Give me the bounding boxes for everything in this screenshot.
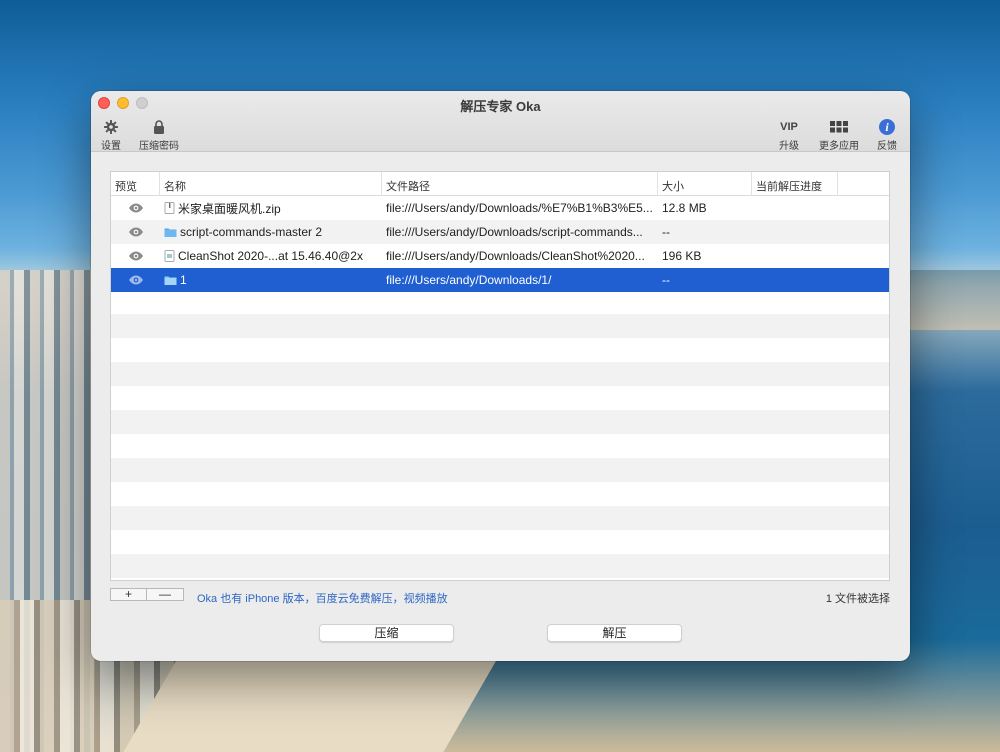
file-size: 12.8 MB [662,201,707,215]
more-apps-label: 更多应用 [819,141,859,152]
lock-icon [153,119,165,135]
file-name: script-commands-master 2 [180,225,323,239]
gear-icon [104,119,118,135]
table-row[interactable]: script-commands-master 2 file:///Users/a… [111,220,889,244]
vip-badge: VIP [780,119,798,135]
compress-password-label: 压缩密码 [139,141,179,152]
preview-eye-icon[interactable] [111,203,160,213]
table-row-selected[interactable]: 1 file:///Users/andy/Downloads/1/ -- [111,268,889,292]
more-apps-button[interactable]: 更多应用 [819,119,859,152]
empty-rows [111,292,889,580]
vip-text: VIP [780,121,798,133]
desktop-wallpaper-coast [905,270,1000,330]
table-header: 预览 名称 文件路径 大小 当前解压进度 [111,172,889,196]
settings-label: 设置 [101,141,121,152]
add-file-button[interactable]: + [110,588,147,601]
file-size: -- [662,273,670,287]
file-name: CleanShot 2020-...at 15.46.40@2x [178,249,363,263]
zip-file-icon [164,202,175,214]
column-header-path[interactable]: 文件路径 [382,172,658,195]
compress-password-button[interactable]: 压缩密码 [139,119,179,152]
file-table: 预览 名称 文件路径 大小 当前解压进度 米家桌面暖风机.zip file://… [110,171,890,581]
file-path: file:///Users/andy/Downloads/%E7%B1%B3%E… [386,201,653,215]
file-size: 196 KB [662,249,702,263]
selection-status: 1 文件被选择 [825,593,890,605]
column-header-name[interactable]: 名称 [160,172,382,195]
image-file-icon [164,250,175,262]
titlebar: 解压专家 Oka 设置 压缩密码 VIP 升级 更多应用 i 反馈 [91,91,910,152]
file-name-cell: CleanShot 2020-...at 15.46.40@2x [160,249,382,263]
file-path: file:///Users/andy/Downloads/script-comm… [386,225,643,239]
desktop-wallpaper-beach [123,660,497,752]
feedback-label: 反馈 [877,141,897,152]
file-name: 米家桌面暖风机.zip [178,201,281,216]
column-header-preview[interactable]: 预览 [111,172,160,195]
column-header-progress[interactable]: 当前解压进度 [752,172,838,195]
list-edit-buttons: + — [110,588,184,601]
folder-icon [164,228,177,237]
upgrade-button[interactable]: VIP 升级 [779,119,799,152]
info-icon: i [879,119,895,135]
settings-button[interactable]: 设置 [101,119,121,152]
file-name-cell: 米家桌面暖风机.zip [160,200,382,217]
upgrade-label: 升级 [779,141,799,152]
column-header-size[interactable]: 大小 [658,172,752,195]
file-path: file:///Users/andy/Downloads/CleanShot%2… [386,249,645,263]
compress-button[interactable]: 压缩 [319,624,454,642]
column-header-blank [838,172,889,195]
table-row[interactable]: CleanShot 2020-...at 15.46.40@2x file://… [111,244,889,268]
grid-icon [830,119,848,135]
folder-icon [164,276,177,285]
preview-eye-icon[interactable] [111,275,160,285]
file-path: file:///Users/andy/Downloads/1/ [386,273,552,287]
remove-file-button[interactable]: — [147,588,184,601]
window-title: 解压专家 Oka [460,99,541,114]
file-name-cell: script-commands-master 2 [160,225,382,239]
extract-button[interactable]: 解压 [547,624,682,642]
app-window: 解压专家 Oka 设置 压缩密码 VIP 升级 更多应用 i 反馈 预览 名称 … [91,91,910,661]
file-name-cell: 1 [160,273,382,287]
file-size: -- [662,225,670,239]
preview-eye-icon[interactable] [111,251,160,261]
feedback-button[interactable]: i 反馈 [877,119,897,152]
iphone-promo-link[interactable]: Oka 也有 iPhone 版本，百度云免费解压，视频播放 [197,590,448,606]
file-name: 1 [180,273,187,287]
preview-eye-icon[interactable] [111,227,160,237]
table-row[interactable]: 米家桌面暖风机.zip file:///Users/andy/Downloads… [111,196,889,220]
